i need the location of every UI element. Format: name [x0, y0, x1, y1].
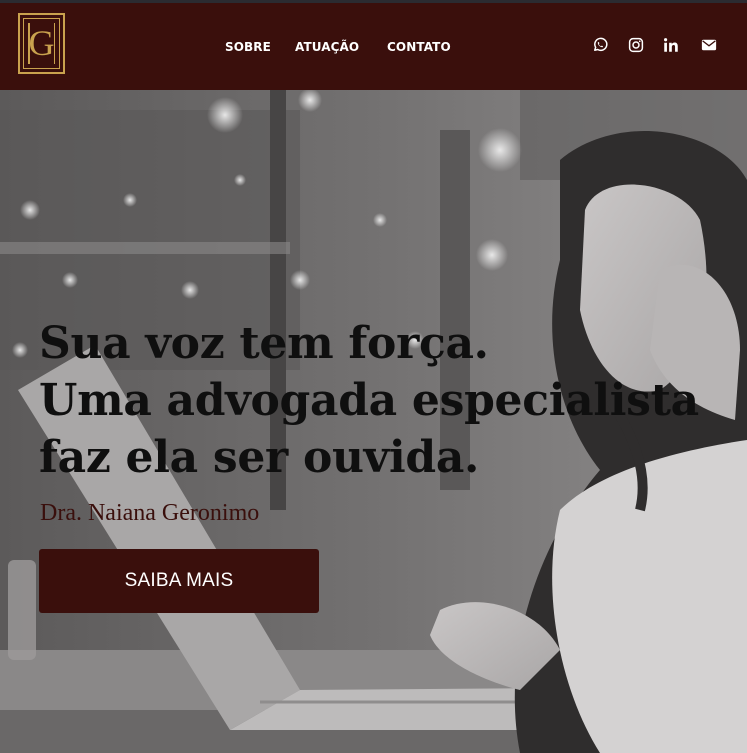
social-links [0, 36, 747, 56]
hero-headline-line-2: Uma advogada especialista [39, 375, 699, 426]
instagram-icon[interactable] [627, 36, 645, 54]
email-icon[interactable] [700, 36, 718, 54]
lawyer-name: Dra. Naiana Geronimo [40, 500, 260, 526]
hero-headline-line-3: faz ela ser ouvida. [39, 432, 480, 483]
whatsapp-icon[interactable] [591, 36, 609, 54]
hero-headline-line-1: Sua voz tem força. [39, 318, 489, 369]
hero-headline: Sua voz tem força. Uma advogada especial… [39, 315, 739, 486]
linkedin-icon[interactable] [662, 36, 680, 54]
hero-section: Sua voz tem força. Uma advogada especial… [0, 90, 747, 753]
site-header: G SOBRE ATUAÇÃO CONTATO [0, 3, 747, 90]
saiba-mais-button[interactable]: SAIBA MAIS [39, 549, 319, 613]
